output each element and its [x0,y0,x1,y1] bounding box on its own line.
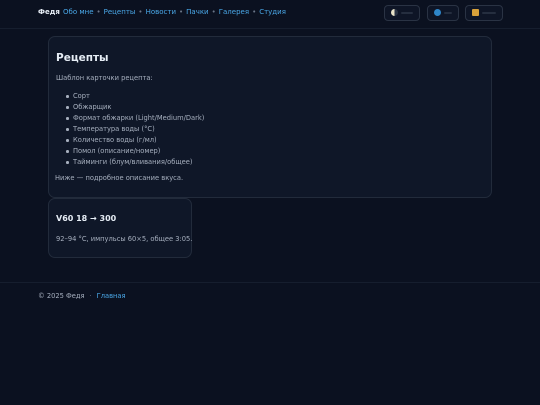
nav-link-recipes[interactable]: Рецепты [104,8,136,16]
footer-row: © 2025 Федя · Главная [38,292,126,300]
page-title: Рецепты [56,52,109,64]
nav-separator: • [96,8,101,16]
main-nav: Обо мне • Рецепты • Новости • Пачки • Галерея • Ст… [63,8,286,16]
theme-toggle-button[interactable] [384,5,420,21]
recipe-description: 92–94 °C, импульсы 60×5, общее 3:05. [56,235,193,243]
recipe-card-v60[interactable]: V60 18 → 300 92–94 °C, импульсы 60×5, об… [48,198,192,258]
list-item: Сорт [65,92,204,103]
footer-home-link[interactable]: Главная [97,292,126,300]
list-item: Помол (описание/номер) [65,147,204,158]
brand-logo[interactable]: Федя [38,8,60,16]
list-item: Количество воды (г/мл) [65,136,204,147]
copyright-text: © 2025 Федя [38,292,85,300]
nav-separator: • [179,8,184,16]
list-item: Формат обжарки (Light/Medium/Dark) [65,114,204,125]
language-label-placeholder [444,12,452,14]
folder-label-placeholder [482,12,496,14]
nav-separator: • [138,8,143,16]
theme-toggle-icon [391,9,398,16]
intro-text: Шаблон карточки рецепта: [56,74,153,82]
recipe-title: V60 18 → 300 [56,214,117,223]
nav-link-news[interactable]: Новости [146,8,176,16]
globe-icon [434,9,441,16]
nav-separator: • [211,8,216,16]
site-header: Федя Обо мне • Рецепты • Новости • Пачки • Галер… [0,0,540,29]
footer-separator: · [89,292,92,300]
list-item: Обжарщик [65,103,204,114]
nav-link-studio[interactable]: Студия [259,8,286,16]
nav-separator: • [252,8,257,16]
outro-text: Ниже — подробное описание вкуса. [55,174,184,182]
site-footer: © 2025 Федя · Главная [0,282,540,300]
nav-link-about[interactable]: Обо мне [63,8,94,16]
nav-link-gallery[interactable]: Галерея [219,8,249,16]
folder-button[interactable] [465,5,503,21]
list-item: Температура воды (°C) [65,125,204,136]
folder-icon [472,9,479,16]
theme-toggle-label-placeholder [401,12,413,14]
nav-link-packs[interactable]: Пачки [186,8,208,16]
language-button[interactable] [427,5,459,21]
list-item: Тайминги (блум/вливания/общее) [65,158,204,169]
template-field-list: Сорт Обжарщик Формат обжарки (Light/Medi… [65,92,204,169]
